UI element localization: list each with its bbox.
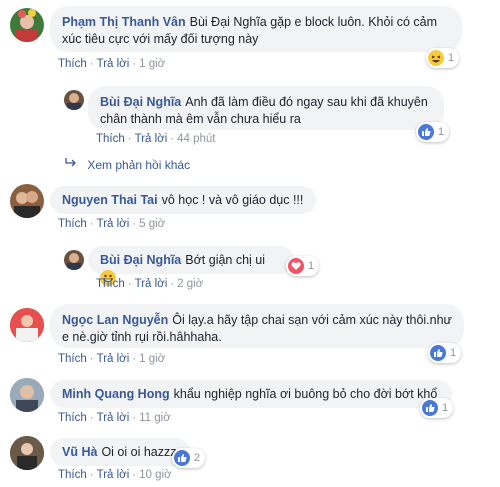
comment-actions: Thích · Trả lời · 2 giờ (96, 278, 204, 290)
reaction-count: 2 (194, 452, 201, 464)
avatar[interactable] (10, 378, 44, 412)
reply-bubble: Bùi Đại Nghĩa Anh đã làm điều đó ngay sau… (88, 86, 444, 130)
comment-actions: Thích · Trả lời · 10 giờ (58, 469, 172, 481)
like-link[interactable]: Thích (58, 58, 87, 70)
like-link[interactable]: Thích (96, 278, 125, 290)
comment-actions: Thích · Trả lời · 1 giờ (58, 353, 166, 365)
comment-text: vô học ! và vô giáo dục !!! (161, 193, 304, 207)
comment-text: Bớt giận chị ui (185, 253, 266, 267)
comment-author[interactable]: Nguyen Thai Tai (62, 193, 158, 207)
avatar[interactable] (10, 308, 44, 342)
reply-bubble: Bùi Đại Nghĩa Bớt giận chị ui (88, 246, 294, 286)
comment-bubble: Nguyen Thai Tai vô học ! và vô giáo dục !… (50, 186, 316, 214)
like-icon (418, 124, 434, 140)
like-icon (422, 400, 438, 416)
comment-actions: Thích · Trả lời · 1 giờ (58, 58, 166, 70)
reaction-count: 1 (450, 347, 457, 359)
reaction-count: 1 (448, 52, 455, 64)
avatar[interactable] (10, 8, 44, 42)
like-link[interactable]: Thích (58, 412, 87, 424)
reaction-badge[interactable]: 1 (416, 122, 450, 142)
avatar[interactable] (10, 184, 44, 218)
avatar[interactable] (64, 250, 84, 270)
like-icon (174, 450, 190, 466)
comment-actions: Thích · Trả lời · 44 phút (96, 133, 216, 145)
reaction-count: 1 (442, 402, 449, 414)
reply-arrow-icon (64, 158, 78, 172)
reply-link[interactable]: Trả lời (97, 218, 130, 230)
comment-actions: Thích · Trả lời · 5 giờ (58, 218, 166, 230)
comment-bubble: Ngọc Lan Nguyễn Ôi lạy.a hãy tập chai sạn… (50, 304, 464, 348)
comment-author[interactable]: Bùi Đại Nghĩa (100, 253, 181, 267)
timestamp[interactable]: 44 phút (177, 133, 215, 145)
avatar[interactable] (10, 436, 44, 470)
reply-link[interactable]: Trả lời (97, 412, 130, 424)
reaction-badge[interactable]: 1 (426, 48, 460, 68)
reaction-badge[interactable]: 1 (420, 398, 454, 418)
comment-author[interactable]: Bùi Đại Nghĩa (100, 95, 181, 109)
reaction-badge[interactable]: 1 (428, 343, 462, 363)
timestamp[interactable]: 1 giờ (139, 353, 165, 365)
like-link[interactable]: Thích (58, 218, 87, 230)
avatar[interactable] (64, 90, 84, 110)
comment-text: Oi oi oi hazzz (101, 445, 177, 459)
comment-author[interactable]: Ngọc Lan Nguyễn (62, 313, 168, 327)
reaction-count: 1 (308, 260, 315, 272)
comment-author[interactable]: Phạm Thị Thanh Vân (62, 15, 186, 29)
comment-author[interactable]: Minh Quang Hong (62, 387, 170, 401)
like-link[interactable]: Thích (58, 469, 87, 481)
timestamp[interactable]: 2 giờ (177, 278, 203, 290)
comment-actions: Thích · Trả lời · 11 giờ (58, 412, 171, 424)
comment-bubble: Vũ Hà Oi oi oi hazzz (50, 438, 190, 466)
reply-link[interactable]: Trả lời (97, 58, 130, 70)
reply-link[interactable]: Trả lời (135, 278, 168, 290)
like-link[interactable]: Thích (96, 133, 125, 145)
timestamp[interactable]: 1 giờ (139, 58, 165, 70)
like-icon (430, 345, 446, 361)
laughing-emoji-icon (428, 50, 444, 66)
comment-author[interactable]: Vũ Hà (62, 445, 97, 459)
more-replies-link[interactable]: Xem phản hồi khác (64, 157, 190, 172)
reply-link[interactable]: Trả lời (97, 469, 130, 481)
heart-icon (288, 258, 304, 274)
comment-bubble: Phạm Thị Thanh Vân Bùi Đại Nghĩa gặp e bl… (50, 6, 462, 52)
reply-link[interactable]: Trả lời (97, 353, 130, 365)
comment-text: khẩu nghiệp nghĩa ơi buông bỏ cho đời bớ… (173, 387, 438, 401)
timestamp[interactable]: 10 giờ (139, 469, 171, 481)
timestamp[interactable]: 11 giờ (139, 412, 171, 424)
comment-bubble: Minh Quang Hong khẩu nghiệp nghĩa ơi buôn… (50, 380, 452, 408)
reaction-badge[interactable]: 2 (172, 448, 206, 468)
like-link[interactable]: Thích (58, 353, 87, 365)
timestamp[interactable]: 5 giờ (139, 218, 165, 230)
reply-link[interactable]: Trả lời (135, 133, 168, 145)
reaction-count: 1 (438, 126, 445, 138)
reaction-badge[interactable]: 1 (286, 256, 320, 276)
